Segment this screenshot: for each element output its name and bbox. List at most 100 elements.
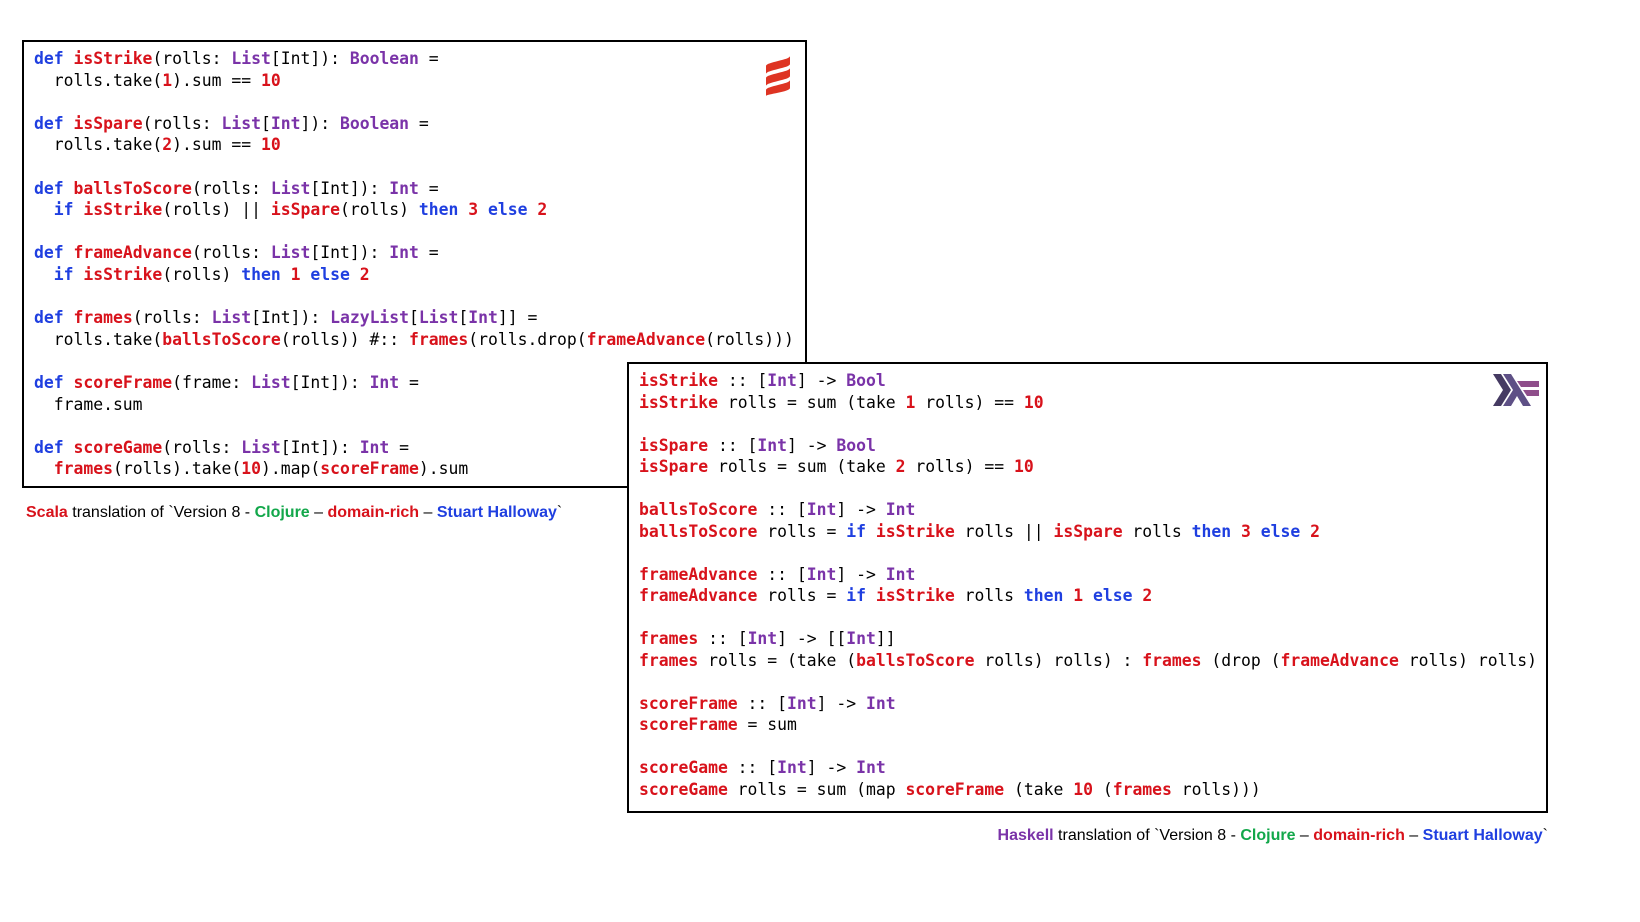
code-token: 10: [1023, 392, 1044, 412]
code-token: scoreGame: [639, 779, 728, 799]
code-token: Bool: [836, 435, 876, 455]
code-token: isStrike: [639, 392, 718, 412]
haskell-code-line: [639, 413, 1537, 435]
haskell-code-line: frameAdvance rolls = if isStrike rolls t…: [639, 585, 1537, 607]
code-token: 1: [1073, 586, 1093, 605]
code-token: 10: [1073, 779, 1093, 799]
code-token: Boolean: [339, 113, 410, 133]
code-token: rolls.take(: [34, 329, 163, 349]
caption-clojure: Clojure: [1240, 827, 1296, 844]
code-token: frames: [73, 308, 133, 328]
haskell-code-line: scoreFrame :: [Int] -> Int: [639, 693, 1537, 715]
code-token: :: [: [727, 758, 778, 777]
haskell-code-line: scoreGame :: [Int] -> Int: [639, 757, 1537, 779]
code-token: rolls: [954, 586, 1024, 605]
code-token: 3: [1240, 521, 1261, 541]
code-token: Int: [856, 758, 886, 777]
code-token: 2: [1310, 521, 1320, 541]
code-token: [: [458, 308, 469, 328]
code-token: 2: [162, 135, 173, 155]
code-token: 2: [1142, 586, 1153, 605]
code-token: ] ->: [806, 758, 857, 777]
code-token: 2: [895, 457, 906, 476]
code-token: 1: [905, 392, 916, 412]
code-token: rolls.take(: [34, 135, 163, 155]
scala-code-line: def frames(rolls: List[Int]): LazyList[L…: [34, 307, 794, 329]
code-token: (rolls:: [152, 49, 232, 68]
code-token: ]):: [300, 113, 340, 133]
code-token: rolls: [1122, 521, 1192, 541]
code-token: frames: [1142, 650, 1202, 670]
caption-dash: –: [419, 504, 437, 521]
code-token: =: [389, 437, 410, 457]
code-token: def: [34, 113, 74, 133]
code-token: Int: [757, 435, 788, 455]
code-token: isStrike: [83, 200, 163, 220]
code-token: [: [409, 308, 419, 328]
code-token: if: [53, 264, 84, 284]
code-token: isSpare: [73, 113, 143, 133]
caption-author: Stuart Halloway: [1422, 827, 1543, 844]
code-token: (rolls)) #::: [280, 329, 410, 349]
code-token: frames: [1112, 779, 1172, 799]
code-token: if: [846, 521, 876, 541]
code-token: rolls =: [757, 521, 847, 541]
caption-dash: –: [309, 504, 328, 521]
caption-dash: –: [1295, 827, 1314, 844]
code-token: ] ->: [787, 435, 837, 455]
code-token: Int: [389, 243, 419, 263]
code-token: Int: [787, 693, 817, 713]
scala-code-line: [34, 91, 794, 113]
code-token: [Int]):: [270, 49, 350, 68]
haskell-code-line: ballsToScore :: [Int] -> Int: [639, 499, 1537, 521]
code-token: Int: [865, 693, 896, 713]
code-token: scoreGame: [73, 437, 163, 457]
code-token: [: [261, 113, 271, 133]
code-token: =: [409, 113, 429, 133]
code-token: ballsToScore: [639, 521, 758, 541]
code-token: List: [221, 113, 261, 133]
code-token: rolls ||: [954, 521, 1054, 541]
code-token: Int: [747, 629, 778, 648]
haskell-code-line: [639, 542, 1537, 564]
code-token: 2: [537, 200, 548, 220]
scala-code-line: if isStrike(rolls) then 1 else 2: [34, 264, 794, 286]
code-token: def: [34, 437, 74, 457]
haskell-code-line: [639, 607, 1537, 629]
code-token: Bool: [846, 371, 886, 390]
code-token: (rolls) ||: [162, 200, 271, 220]
code-token: rolls.take(: [34, 70, 163, 90]
haskell-code-line: ballsToScore rolls = if isStrike rolls |…: [639, 521, 1537, 543]
code-token: (rolls.drop(: [468, 329, 587, 349]
code-token: def: [34, 308, 74, 328]
code-token: rolls = sum (take: [708, 457, 896, 476]
scala-code-line: [34, 156, 794, 178]
code-token: :: [: [757, 500, 807, 519]
code-token: ).sum: [418, 459, 469, 479]
code-token: scoreFrame: [639, 693, 738, 713]
code-token: ] -> [[: [777, 629, 847, 648]
haskell-code-line: isSpare :: [Int] -> Bool: [639, 435, 1537, 457]
code-token: ]] =: [497, 308, 538, 328]
haskell-code-line: [639, 671, 1537, 693]
code-token: (rolls:: [162, 437, 242, 457]
haskell-code-line: frames :: [Int] -> [[Int]]: [639, 628, 1537, 650]
code-token: :: [: [708, 435, 758, 455]
haskell-code-line: frameAdvance :: [Int] -> Int: [639, 564, 1537, 586]
code-token: rolls) ==: [905, 457, 1015, 476]
scala-code-line: def frameAdvance(rolls: List[Int]): Int …: [34, 242, 794, 264]
scala-code-line: [34, 221, 794, 243]
code-token: ] ->: [836, 564, 886, 584]
code-token: :: [: [698, 629, 748, 648]
code-token: frameAdvance: [639, 564, 758, 584]
code-token: = sum: [737, 715, 797, 734]
code-token: isSpare: [1053, 521, 1123, 541]
caption-text: translation of `Version 8 -: [1053, 827, 1241, 844]
code-token: ballsToScore: [73, 178, 192, 198]
code-token: [Int]):: [310, 243, 390, 263]
code-token: rolls = sum (take: [717, 392, 906, 412]
code-token: Int: [468, 308, 498, 328]
scala-caption: Scala translation of `Version 8 - Clojur…: [26, 504, 562, 522]
scala-code-line: def isStrike(rolls: List[Int]): Boolean …: [34, 48, 794, 70]
